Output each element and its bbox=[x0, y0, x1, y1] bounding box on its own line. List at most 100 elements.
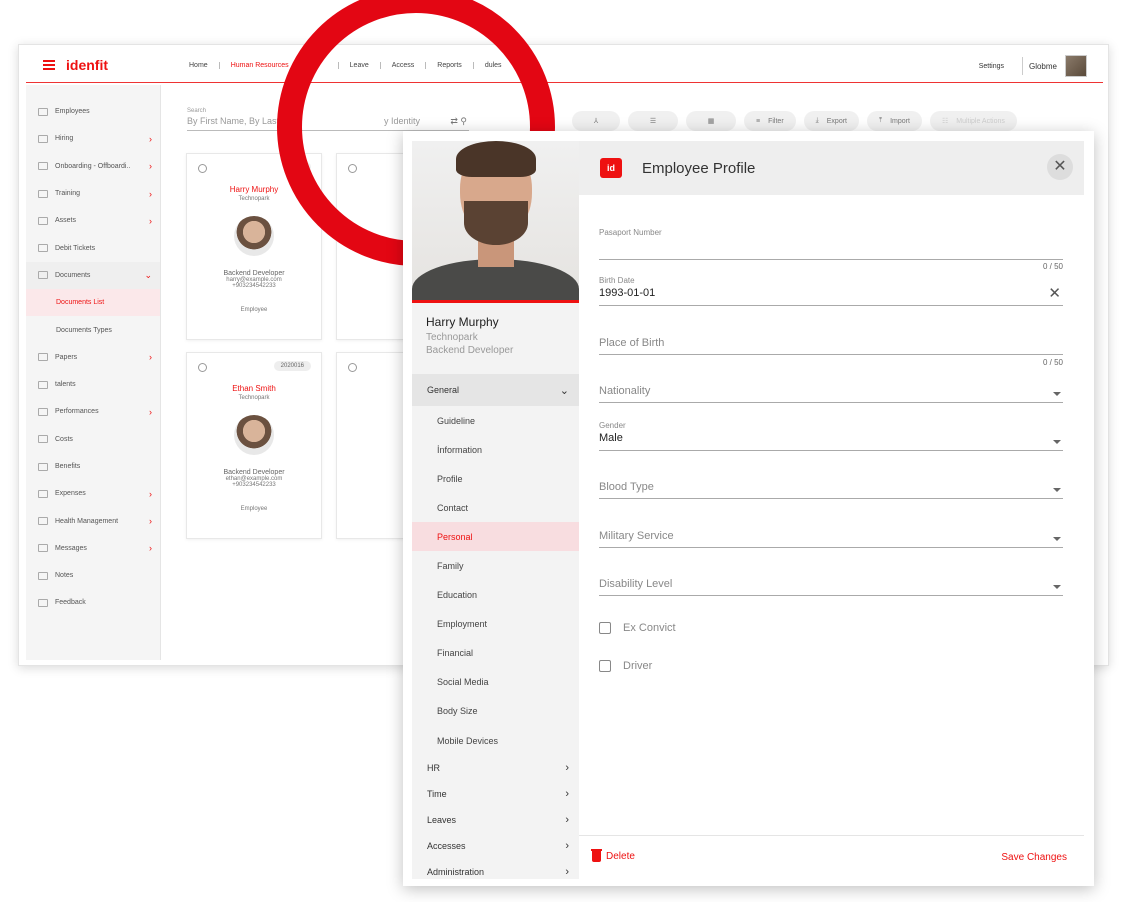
military-service-select[interactable]: Military Service bbox=[599, 530, 1063, 548]
select-radio[interactable] bbox=[348, 363, 357, 372]
nav-item-employment[interactable]: Employment bbox=[412, 610, 579, 639]
sidebar-item-talents[interactable]: talents bbox=[26, 371, 160, 398]
delete-button[interactable]: Delete bbox=[591, 849, 635, 862]
nav-item-financial[interactable]: Financial bbox=[412, 639, 579, 668]
grid-view-button[interactable]: ▦ bbox=[686, 111, 736, 131]
filter-button[interactable]: ≡ Filter bbox=[744, 111, 796, 131]
card-phone: +903234542233 bbox=[232, 482, 276, 488]
export-button[interactable]: ⤓ Export bbox=[803, 111, 859, 131]
sidebar-item-documents[interactable]: Documents ⌄ bbox=[26, 261, 160, 290]
ticket-icon bbox=[38, 244, 48, 253]
nav-item-family[interactable]: Family bbox=[412, 551, 579, 580]
sidebar-item-documents-list[interactable]: Documents List bbox=[26, 289, 160, 317]
card-name[interactable]: Ethan Smith bbox=[187, 384, 321, 393]
nav-item-personal[interactable]: Personal bbox=[412, 522, 579, 552]
sidebar-item-expenses[interactable]: Expenses › bbox=[26, 480, 160, 507]
list-view-button[interactable]: ☰ bbox=[628, 111, 678, 131]
nav-group-accesses[interactable]: Accesses › bbox=[412, 833, 579, 859]
checkbox-box[interactable] bbox=[599, 660, 611, 672]
place-of-birth-field[interactable]: Place of Birth bbox=[599, 337, 1063, 355]
nav-item-information[interactable]: İnformation bbox=[412, 435, 579, 464]
ex-convict-checkbox[interactable]: Ex Convict bbox=[599, 622, 676, 634]
profile-photo bbox=[412, 141, 579, 303]
dialog-footer: Delete Save Changes bbox=[579, 835, 1084, 879]
sidebar-item-employees[interactable]: Employees bbox=[26, 98, 160, 125]
sidebar-item-performances[interactable]: Performances › bbox=[26, 398, 160, 425]
multiple-actions-button[interactable]: ☷ Multiple Actions bbox=[929, 111, 1017, 131]
sidebar-item-label: Hiring bbox=[55, 135, 74, 143]
passport-counter: 0 / 50 bbox=[1042, 262, 1063, 271]
checkbox-box[interactable] bbox=[599, 622, 611, 634]
nav-item-profile[interactable]: Profile bbox=[412, 464, 579, 493]
nav-item-social-media[interactable]: Social Media bbox=[412, 668, 579, 697]
year-badge: 2020016 bbox=[273, 361, 311, 371]
passport-field[interactable]: Pasaport Number bbox=[599, 228, 1063, 260]
sidebar-item-label: Performances bbox=[55, 408, 99, 416]
nav-item-mobile-devices[interactable]: Mobile Devices bbox=[412, 726, 579, 755]
logo: idenfit bbox=[66, 57, 108, 73]
sidebar-item-debit-tickets[interactable]: Debit Tickets bbox=[26, 234, 160, 261]
gender-label: Gender bbox=[599, 421, 626, 430]
sidebar-item-onboarding[interactable]: Onboarding - Offboardi.. › bbox=[26, 153, 160, 180]
checklist-icon: ☷ bbox=[941, 118, 949, 125]
blood-type-select[interactable]: Blood Type bbox=[599, 481, 1063, 499]
chevron-right-icon: › bbox=[565, 814, 569, 827]
sidebar-item-hiring[interactable]: Hiring › bbox=[26, 125, 160, 152]
employee-card[interactable]: 2020016 Ethan Smith Technopark Backend D… bbox=[186, 352, 322, 539]
avatar[interactable] bbox=[1065, 55, 1087, 77]
sidebar-item-costs[interactable]: Costs bbox=[26, 426, 160, 453]
sidebar-item-training[interactable]: Training › bbox=[26, 180, 160, 207]
nav-group-hr[interactable]: HR › bbox=[412, 755, 579, 781]
assets-icon bbox=[38, 216, 48, 225]
gender-select[interactable]: Gender Male bbox=[599, 421, 1063, 451]
sidebar-item-label: Papers bbox=[55, 353, 78, 361]
hierarchy-button[interactable]: ⅄ bbox=[572, 111, 620, 131]
nav-item-guideline[interactable]: Guideline bbox=[412, 406, 579, 435]
close-button[interactable]: ✕ bbox=[1047, 154, 1073, 180]
nav-group-general[interactable]: General ⌄ bbox=[412, 374, 579, 406]
select-radio[interactable] bbox=[198, 164, 207, 173]
import-button[interactable]: ⤒ Import bbox=[867, 111, 922, 131]
driver-label: Driver bbox=[623, 660, 653, 672]
sidebar: Employees Hiring › Onboarding - Offboardi… bbox=[26, 85, 161, 660]
company-name[interactable]: Globme bbox=[1029, 62, 1057, 71]
driver-checkbox[interactable]: Driver bbox=[599, 660, 652, 672]
performance-icon bbox=[38, 407, 48, 416]
nav-item-body-size[interactable]: Body Size bbox=[412, 697, 579, 726]
save-changes-button[interactable]: Save Changes bbox=[1001, 852, 1067, 863]
nav-group-leaves[interactable]: Leaves › bbox=[412, 807, 579, 833]
hiring-icon bbox=[38, 134, 48, 143]
nationality-select[interactable]: Nationality bbox=[599, 385, 1063, 403]
profile-sidebar: Harry Murphy Technopark Backend Develope… bbox=[412, 141, 579, 879]
settings-link[interactable]: Settings bbox=[979, 63, 1004, 70]
sidebar-item-benefits[interactable]: Benefits bbox=[26, 453, 160, 480]
nav-home[interactable]: Home bbox=[178, 62, 220, 69]
id-logo-icon: id bbox=[600, 158, 622, 178]
nav-group-label: Accesses bbox=[427, 841, 466, 852]
sidebar-item-messages[interactable]: Messages › bbox=[26, 535, 160, 562]
list-icon: ☰ bbox=[649, 118, 657, 125]
nav-item-education[interactable]: Education bbox=[412, 581, 579, 610]
sidebar-item-assets[interactable]: Assets › bbox=[26, 207, 160, 234]
clear-icon[interactable]: ✕ bbox=[1048, 284, 1061, 302]
disability-level-select[interactable]: Disability Level bbox=[599, 578, 1063, 596]
nav-group-time[interactable]: Time › bbox=[412, 781, 579, 807]
chevron-down-icon: ⌄ bbox=[559, 384, 569, 397]
select-radio[interactable] bbox=[198, 363, 207, 372]
expenses-icon bbox=[38, 489, 48, 498]
birth-date-field[interactable]: Birth Date 1993-01-01 ✕ bbox=[599, 276, 1063, 306]
chevron-right-icon: › bbox=[149, 352, 152, 363]
sidebar-item-feedback[interactable]: Feedback bbox=[26, 589, 160, 616]
nav-item-contact[interactable]: Contact bbox=[412, 493, 579, 522]
sidebar-item-papers[interactable]: Papers › bbox=[26, 344, 160, 371]
nav-human-resources[interactable]: Human Resources bbox=[220, 62, 301, 69]
menu-icon[interactable] bbox=[43, 60, 55, 70]
sidebar-item-documents-types[interactable]: Documents Types bbox=[26, 316, 160, 343]
talents-icon bbox=[38, 380, 48, 389]
sidebar-item-health[interactable]: Health Management › bbox=[26, 507, 160, 534]
card-role: Backend Developer bbox=[223, 270, 285, 277]
birth-date-value: 1993-01-01 bbox=[599, 287, 656, 299]
nav-group-administration[interactable]: Administration › bbox=[412, 859, 579, 885]
sidebar-item-label: Costs bbox=[55, 435, 73, 443]
sidebar-item-notes[interactable]: Notes bbox=[26, 562, 160, 589]
